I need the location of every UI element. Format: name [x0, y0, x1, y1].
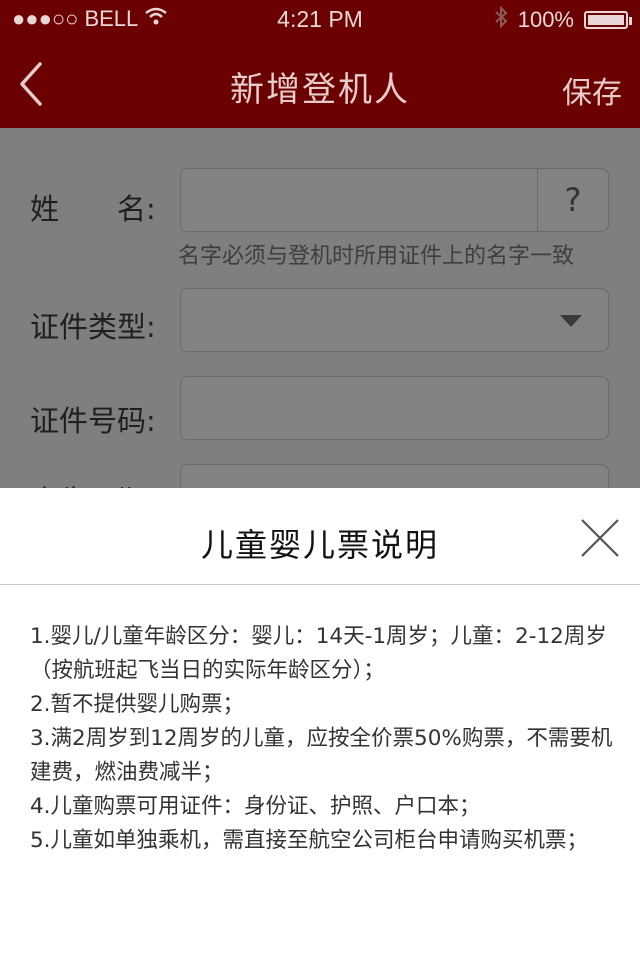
rule-item: 5.儿童如单独乘机，需直接至航空公司柜台申请购买机票； — [30, 828, 589, 853]
passenger-form: 姓 名: ? 名字必须与登机时所用证件上的名字一致 证件类型: 证件号码: 出生… — [0, 128, 640, 528]
id-number-input[interactable] — [180, 376, 609, 440]
bluetooth-icon — [494, 5, 508, 34]
close-button[interactable] — [580, 518, 620, 558]
id-number-label: 证件号码: — [30, 404, 156, 438]
name-help-button[interactable]: ? — [537, 169, 608, 231]
name-hint: 名字必须与登机时所用证件上的名字一致 — [178, 244, 575, 269]
sheet-body: 1.婴儿/儿童年龄区分：婴儿：14天-1周岁；儿童：2-12周岁（按航班起飞当日… — [30, 620, 620, 858]
page-title: 新增登机人 — [230, 70, 410, 110]
rule-item: 4.儿童购票可用证件：身份证、护照、户口本； — [30, 794, 481, 819]
battery-level — [588, 15, 624, 25]
battery-percent: 100% — [517, 7, 574, 32]
save-button[interactable]: 保存 — [562, 68, 622, 112]
name-label: 姓 名: — [30, 192, 156, 226]
status-bar: ●●●○○ BELL 4:21 PM 100% — [0, 0, 640, 40]
rule-item: 2.暂不提供婴儿购票； — [30, 692, 245, 717]
rule-item: 1.婴儿/儿童年龄区分：婴儿：14天-1周岁；儿童：2-12周岁（按航班起飞当日… — [30, 624, 607, 683]
sheet-header: 儿童婴儿票说明 — [0, 488, 640, 585]
dropdown-arrow-icon — [560, 315, 582, 327]
status-right: 100% — [494, 5, 632, 34]
id-type-select[interactable] — [180, 288, 609, 352]
name-input[interactable]: ? — [180, 168, 609, 232]
battery-icon — [584, 11, 632, 29]
sheet-title: 儿童婴儿票说明 — [200, 526, 439, 564]
id-type-label: 证件类型: — [30, 310, 156, 344]
close-icon — [581, 519, 619, 557]
child-infant-ticket-sheet: 儿童婴儿票说明 1.婴儿/儿童年龄区分：婴儿：14天-1周岁；儿童：2-12周岁… — [0, 488, 640, 960]
rule-item: 3.满2周岁到12周岁的儿童，应按全价票50%购票，不需要机建费，燃油费减半； — [30, 726, 613, 785]
navigation-bar: 新增登机人 保存 — [0, 40, 640, 128]
